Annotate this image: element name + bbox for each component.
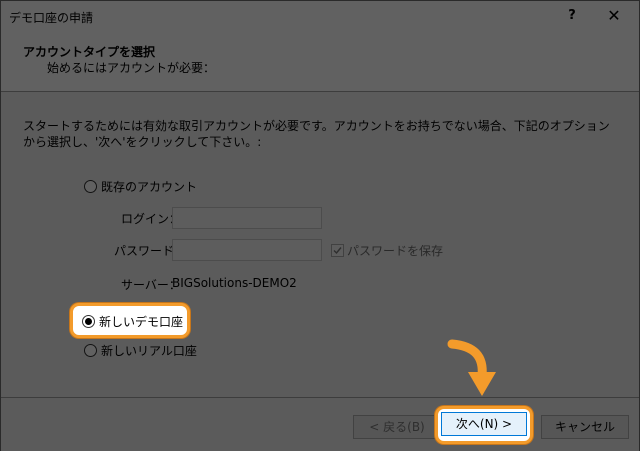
radio-existing-label: 既存のアカウント — [101, 180, 198, 194]
radio-new-demo-account[interactable]: 新しいデモ口座 — [82, 313, 183, 330]
next-button[interactable]: 次へ(N) > — [441, 412, 527, 436]
radio-new-real-account[interactable]: 新しいリアル口座 — [84, 342, 197, 359]
save-password-checkbox[interactable]: パスワードを保存 — [331, 242, 443, 259]
cancel-button[interactable]: キャンセル — [541, 415, 629, 439]
dialog-footer: < 戻る(B) キャンセル — [1, 397, 639, 451]
radio-new-real-indicator — [84, 344, 97, 357]
highlight-next-button: 次へ(N) > — [435, 406, 533, 444]
title-bar: デモ口座の申請 ? ✕ — [1, 1, 639, 31]
pointer-arrow-icon — [447, 339, 496, 396]
window-title: デモ口座の申請 — [9, 11, 94, 25]
help-button[interactable]: ? — [556, 4, 588, 28]
close-button[interactable]: ✕ — [596, 4, 632, 28]
radio-new-demo-indicator — [82, 315, 95, 328]
back-button[interactable]: < 戻る(B) — [353, 415, 441, 439]
login-field[interactable] — [172, 207, 322, 229]
demo-account-dialog: デモ口座の申請 ? ✕ アカウントタイプを選択 始めるにはアカウントが必要： ス… — [0, 0, 640, 451]
instructions-text: スタートするためには有効な取引アカウントが必要です。アカウントをお持ちでない場合… — [23, 119, 610, 149]
radio-new-real-label: 新しいリアル口座 — [101, 344, 197, 358]
radio-new-demo-label: 新しいデモ口座 — [99, 315, 184, 329]
radio-existing-account[interactable]: 既存のアカウント — [84, 178, 197, 195]
header-title: アカウントタイプを選択 — [23, 45, 156, 59]
wizard-header: アカウントタイプを選択 始めるにはアカウントが必要： — [1, 31, 639, 92]
header-subtitle: 始めるにはアカウントが必要： — [47, 61, 216, 75]
radio-existing-indicator — [84, 180, 97, 193]
server-value: BIGSolutions-DEMO2 — [172, 276, 297, 290]
highlight-new-demo: 新しいデモ口座 — [70, 303, 190, 338]
password-field[interactable] — [172, 239, 322, 261]
checkbox-check-icon — [331, 244, 344, 257]
save-password-label: パスワードを保存 — [347, 244, 444, 258]
